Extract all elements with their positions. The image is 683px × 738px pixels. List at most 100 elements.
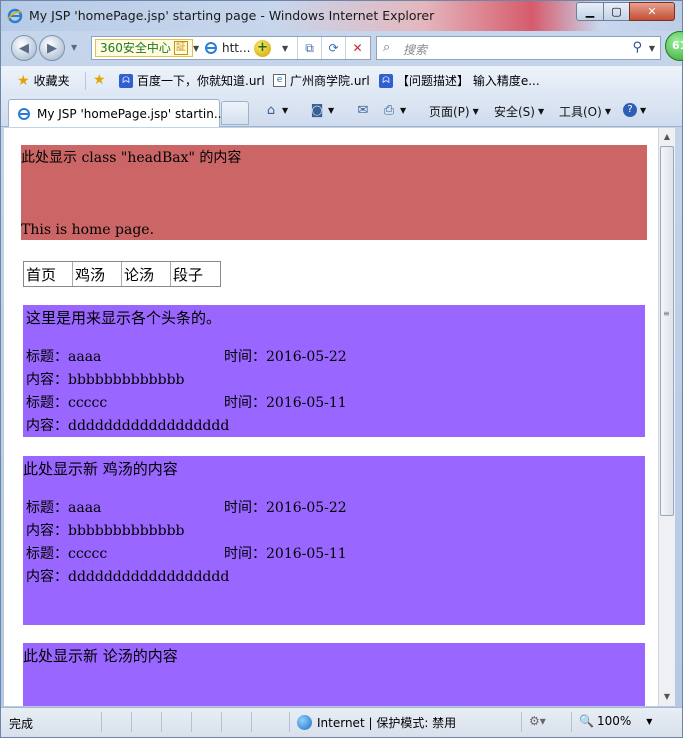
add-icon[interactable]: + (254, 40, 271, 57)
favorite-link-baidu[interactable]: ᗣ 百度一下，你就知道.url (119, 72, 265, 89)
navigation-bar: ◀ ▶ ▼ 360安全中心 証 ▼ htt... + ▼ ⧉ ⟳ ✕ ⌕ 搜索 … (1, 31, 682, 63)
home-page-text: This is home page. (21, 222, 155, 238)
chevron-down-icon: ▼ (328, 105, 335, 115)
panel-title: 此处显示新 鸡汤的内容 (23, 460, 178, 478)
list-item[interactable]: 标题：ccccc (26, 392, 107, 412)
minimize-icon: ▁ (585, 5, 595, 18)
divider (571, 712, 572, 732)
print-button[interactable]: ⎙ ▼ (381, 103, 407, 118)
scrollbar-thumb[interactable] (660, 146, 674, 516)
divider (289, 712, 290, 732)
item-time: 时间：2016-05-11 (224, 392, 347, 412)
tools-menu-label: 工具(O) (559, 105, 602, 119)
item-time-value: 2016-05-11 (266, 546, 347, 562)
item-title-label: 标题： (26, 395, 68, 411)
item-title-label: 标题： (26, 349, 68, 365)
favorites-bar: ★ 收藏夹 ★ ᗣ 百度一下，你就知道.url e 广州商学院.url ᗣ 【问… (1, 65, 682, 95)
address-bar[interactable]: 360安全中心 証 ▼ htt... + ▼ ⧉ ⟳ ✕ (91, 36, 371, 60)
chevron-down-icon: ▼ (640, 105, 647, 115)
new-tab-button[interactable] (221, 101, 249, 125)
zoom-icon: 🔍 (579, 714, 594, 728)
chevron-down-icon: ▼ (400, 105, 407, 115)
zone-label: Internet | 保护模式: 禁用 (317, 716, 457, 730)
tab-homepage[interactable]: My JSP 'homePage.jsp' startin... (8, 99, 225, 127)
page-menu-button[interactable]: 页面(P) ▼ (429, 103, 479, 120)
search-icon[interactable]: ⚲ (632, 40, 642, 55)
item-time: 时间：2016-05-22 (224, 346, 347, 366)
panel-title: 这里是用来显示各个头条的。 (26, 309, 222, 327)
search-options-dropdown-icon[interactable]: ▼ (649, 44, 655, 53)
help-button[interactable]: ? ▼ (623, 103, 646, 117)
vertical-scrollbar[interactable]: ▲ ≡ ▼ (658, 128, 675, 706)
baidu-paw-icon: ᗣ (379, 73, 393, 88)
read-mail-button[interactable]: ✉ (355, 103, 371, 118)
rss-feed-icon: ◙ (310, 103, 324, 118)
security-center-badge[interactable]: 360安全中心 証 (95, 39, 193, 57)
security-center-label: 360安全中心 (100, 41, 171, 55)
favorite-link-question[interactable]: ᗣ 【问题描述】 输入精度e... (379, 72, 540, 89)
page-icon (18, 108, 30, 120)
safety-menu-button[interactable]: 安全(S) ▼ (494, 103, 544, 120)
jitang-panel: 此处显示新 鸡汤的内容 标题：aaaa 时间：2016-05-22 内容：bbb… (23, 456, 645, 625)
window-title: My JSP 'homePage.jsp' starting page - Wi… (29, 8, 435, 23)
maximize-icon: ▢ (611, 5, 622, 18)
item-content: 内容：dddddddddddddddddd (26, 566, 229, 586)
item-time-label: 时间： (224, 349, 266, 365)
item-content-value: dddddddddddddddddd (68, 418, 230, 434)
zoom-control[interactable]: 🔍 100% ▼ (579, 714, 652, 728)
close-icon: ✕ (647, 5, 657, 18)
chevron-down-icon: ▼ (646, 716, 653, 726)
headlines-panel: 这里是用来显示各个头条的。 标题：aaaa 时间：2016-05-22 内容：b… (23, 305, 645, 437)
ie-page-icon: e (273, 74, 286, 87)
menu-item-luntang[interactable]: 论汤 (122, 262, 171, 286)
menu-item-jitang[interactable]: 鸡汤 (73, 262, 122, 286)
scroll-down-icon[interactable]: ▼ (661, 690, 673, 704)
list-item[interactable]: 标题：aaaa (26, 497, 101, 517)
menu-item-home[interactable]: 首页 (24, 262, 73, 286)
scroll-up-icon[interactable]: ▲ (661, 130, 673, 144)
menu-item-duanzi[interactable]: 段子 (171, 262, 220, 286)
forward-button[interactable]: ▶ (39, 35, 65, 61)
list-item[interactable]: 标题：ccccc (26, 543, 107, 563)
refresh-icon[interactable]: ⟳ (321, 37, 345, 59)
globe-icon (297, 715, 312, 730)
favorites-button[interactable]: ★ 收藏夹 (17, 72, 70, 89)
add-favorite-button[interactable]: ★ (93, 72, 106, 88)
item-content-value: dddddddddddddddddd (68, 569, 230, 585)
feeds-button[interactable]: ◙ ▼ (309, 103, 335, 118)
security-zone[interactable]: Internet | 保护模式: 禁用 (297, 714, 456, 731)
stop-icon[interactable]: ✕ (345, 37, 369, 59)
search-box[interactable]: ⌕ 搜索 ⚲ ▼ (376, 36, 661, 60)
maximize-button[interactable]: ▢ (603, 2, 630, 21)
item-content-value: bbbbbbbbbbbbb (68, 372, 185, 388)
home-button[interactable]: ⌂ ▼ (263, 103, 288, 118)
item-content-label: 内容： (26, 523, 68, 539)
item-content-label: 内容： (26, 372, 68, 388)
favorite-link-gcc[interactable]: e 广州商学院.url (273, 72, 370, 89)
search-placeholder: 搜索 (403, 43, 428, 57)
item-time: 时间：2016-05-22 (224, 497, 347, 517)
item-title: aaaa (68, 500, 102, 516)
recent-pages-dropdown[interactable]: ▼ (71, 43, 77, 52)
address-dropdown-icon[interactable]: ▼ (282, 44, 288, 53)
url-text[interactable]: htt... (222, 41, 250, 55)
minimize-button[interactable]: ▁ (576, 2, 604, 21)
favorite-link-label: 广州商学院.url (290, 74, 370, 88)
tab-label: My JSP 'homePage.jsp' startin... (37, 107, 226, 121)
chevron-down-icon: ▼ (604, 107, 611, 116)
item-content: 内容：bbbbbbbbbbbbb (26, 369, 185, 389)
luntang-panel: 此处显示新 论汤的内容 (23, 643, 645, 706)
compatibility-view-icon[interactable]: ⧉ (297, 37, 321, 59)
item-content-label: 内容： (26, 418, 68, 434)
protected-mode-icon[interactable]: ⚙▾ (529, 714, 546, 728)
security-dropdown-icon[interactable]: ▼ (193, 44, 199, 53)
item-time-value: 2016-05-22 (266, 500, 347, 516)
back-button[interactable]: ◀ (11, 35, 37, 61)
favorites-star-icon: ★ (17, 72, 30, 89)
item-title-label: 标题： (26, 546, 68, 562)
close-button[interactable]: ✕ (629, 2, 675, 21)
list-item[interactable]: 标题：aaaa (26, 346, 101, 366)
back-arrow-icon: ◀ (19, 40, 29, 56)
printer-icon: ⎙ (383, 103, 395, 118)
tools-menu-button[interactable]: 工具(O) ▼ (559, 103, 611, 120)
